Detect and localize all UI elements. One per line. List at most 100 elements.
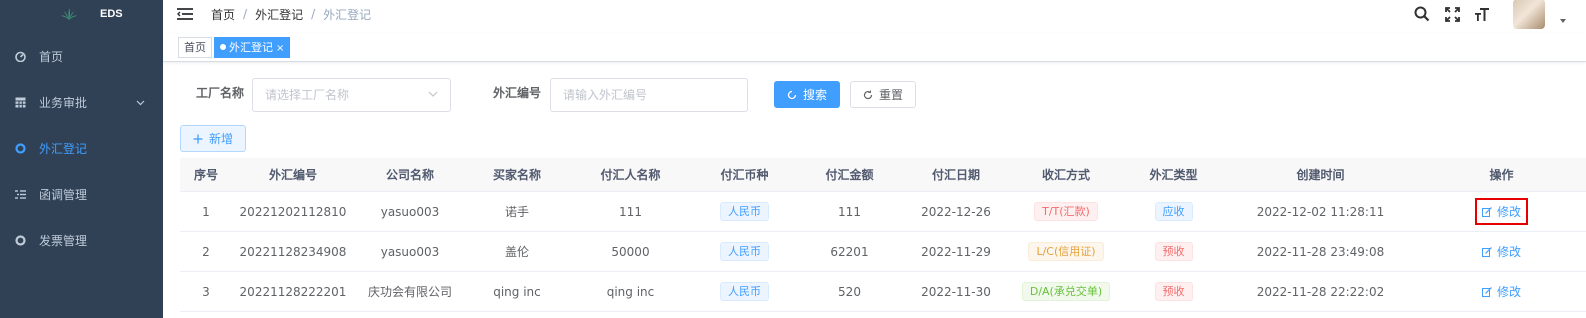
cell-company: yasuo003 (380, 244, 440, 259)
add-button[interactable]: 新增 (180, 125, 246, 152)
column-header: 公司名称 (385, 168, 434, 182)
sidebar-item-fx-registration[interactable]: 外汇登记 (0, 125, 163, 171)
cell-date: 2022-11-30 (921, 284, 991, 299)
cell-method: L/C(信用证) (1009, 232, 1123, 271)
dashboard-icon (15, 51, 26, 62)
table-header: 序号 外汇编号 公司名称 买家名称 付汇人名称 付汇币种 付汇金额 付汇日期 收… (180, 158, 1586, 192)
column-header: 外汇类型 (1149, 168, 1198, 182)
cell-company: yasuo003 (380, 204, 440, 219)
type-tag: 应收 (1154, 202, 1193, 221)
type-tag: 预收 (1154, 242, 1193, 261)
leaf-logo-icon (61, 8, 77, 20)
fullscreen-icon[interactable] (1443, 5, 1461, 23)
cell-created: 2022-11-28 22:22:02 (1256, 284, 1385, 299)
edit-button[interactable]: 修改 (1474, 198, 1528, 225)
factory-name-input[interactable] (253, 79, 450, 111)
cell-amount: 520 (838, 284, 861, 299)
cell-actions: 修改 (1417, 272, 1586, 311)
table-row: 3 20221128222201 庆功会有限公司 qing inc qing i… (180, 272, 1586, 312)
circle-icon (15, 234, 26, 246)
font-size-icon[interactable] (1473, 5, 1491, 23)
search-button-label: 搜索 (802, 88, 827, 102)
cell-buyer: 诺手 (504, 205, 529, 219)
edit-button[interactable]: 修改 (1475, 239, 1528, 264)
add-button-label: 新增 (208, 132, 233, 146)
sidebar: EDS 首页 业务审批 外汇登记 函调管理 发票管理 (0, 0, 163, 318)
cell-amount: 111 (838, 204, 861, 219)
list-icon (15, 189, 26, 200)
cell-buyer: qing inc (493, 284, 541, 299)
sidebar-item-label: 首页 (39, 49, 64, 64)
refresh-icon (863, 89, 873, 99)
column-header: 付汇币种 (720, 168, 769, 182)
navbar: 首页 / 外汇登记 / 外汇登记 (163, 0, 1586, 29)
sidebar-item-invoice-management[interactable]: 发票管理 (0, 217, 163, 263)
navbar-tools (1413, 0, 1566, 29)
sidebar-item-letter-management[interactable]: 函调管理 (0, 171, 163, 217)
search-icon (787, 90, 797, 99)
plus-icon (193, 134, 203, 143)
breadcrumb-parent[interactable]: 外汇登记 (255, 6, 303, 23)
column-header: 付汇人名称 (600, 168, 661, 182)
factory-name-label: 工厂名称 (196, 86, 245, 100)
chevron-down-icon (428, 91, 438, 97)
cell-currency: 人民币 (693, 232, 796, 271)
cell-index: 1 (202, 204, 210, 219)
column-header: 买家名称 (492, 168, 541, 182)
edit-button-label: 修改 (1496, 285, 1521, 299)
reset-button[interactable]: 重置 (850, 81, 916, 108)
chevron-down-icon (136, 95, 145, 109)
column-header: 付汇日期 (931, 168, 980, 182)
circle-icon (15, 142, 26, 154)
cell-method: D/A(承兑交单) (1009, 272, 1123, 311)
cell-fx-number: 20221202112810 (239, 204, 347, 219)
table-row: 2 20221128234908 yasuo003 盖伦 50000 人民币 6… (180, 232, 1586, 272)
fx-number-input[interactable] (551, 79, 747, 111)
method-tag: L/C(信用证) (1028, 242, 1104, 261)
sidebar-item-label: 业务审批 (39, 95, 88, 110)
sidebar-item-label: 发票管理 (39, 233, 88, 248)
cell-buyer: 盖伦 (504, 245, 529, 259)
search-button[interactable]: 搜索 (774, 81, 840, 108)
sidebar-item-business-approval[interactable]: 业务审批 (0, 79, 163, 125)
tag-home[interactable]: 首页 (178, 37, 212, 58)
caret-down-icon[interactable] (1560, 19, 1566, 23)
cell-currency: 人民币 (693, 272, 796, 311)
breadcrumb-home[interactable]: 首页 (211, 6, 235, 23)
edit-button[interactable]: 修改 (1475, 279, 1528, 304)
cell-fx-number: 20221128222201 (239, 284, 347, 299)
edit-icon (1481, 286, 1492, 297)
cell-created: 2022-12-02 11:28:11 (1256, 204, 1385, 219)
column-header: 操作 (1489, 168, 1514, 182)
currency-tag: 人民币 (720, 282, 769, 301)
breadcrumb-separator: / (243, 7, 248, 21)
fx-number-field[interactable] (550, 78, 748, 112)
table-row: 1 20221202112810 yasuo003 诺手 111 人民币 111… (180, 192, 1586, 232)
method-tag: T/T(汇款) (1034, 202, 1098, 221)
hamburger-icon[interactable] (177, 7, 193, 21)
cell-payer: 111 (619, 204, 642, 219)
factory-name-select[interactable] (252, 78, 451, 112)
active-dot-icon (220, 44, 226, 50)
close-icon[interactable]: × (276, 43, 284, 54)
app-logo[interactable]: EDS (0, 0, 163, 28)
reset-button-label: 重置 (878, 88, 903, 102)
cell-company: 庆功会有限公司 (367, 285, 452, 299)
edit-button-label: 修改 (1496, 205, 1521, 219)
breadcrumb: 首页 / 外汇登记 / 外汇登记 (211, 6, 371, 23)
tag-fx-registration[interactable]: 外汇登记 × (214, 37, 291, 58)
cell-payer: 50000 (611, 244, 650, 259)
currency-tag: 人民币 (720, 202, 769, 221)
cell-fx-number: 20221128234908 (239, 244, 347, 259)
user-avatar[interactable] (1513, 0, 1545, 29)
fx-table: 序号 外汇编号 公司名称 买家名称 付汇人名称 付汇币种 付汇金额 付汇日期 收… (180, 158, 1586, 312)
column-header: 外汇编号 (268, 168, 317, 182)
search-icon[interactable] (1413, 5, 1431, 23)
column-header: 付汇金额 (825, 168, 874, 182)
cell-index: 3 (202, 284, 210, 299)
cell-payer: qing inc (606, 284, 655, 299)
sidebar-item-home[interactable]: 首页 (0, 33, 163, 79)
table-icon (15, 97, 26, 108)
type-tag: 预收 (1154, 282, 1193, 301)
cell-date: 2022-12-26 (921, 204, 991, 219)
